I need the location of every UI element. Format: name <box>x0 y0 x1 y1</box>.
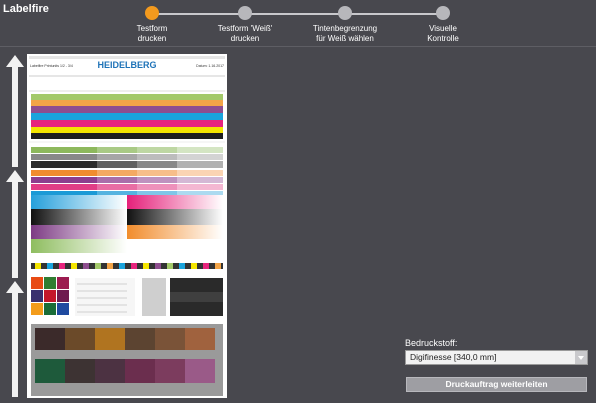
substrate-select[interactable]: Digifinesse [340,0 mm] <box>405 350 588 365</box>
feed-arrow-icon <box>6 170 24 278</box>
feed-arrow-icon <box>6 55 24 167</box>
step-3-dot[interactable] <box>338 6 352 20</box>
preview-brand: HEIDELBERG <box>97 60 156 70</box>
preview-header-right: Datum: 1.16.2017 <box>196 64 224 68</box>
step-1-dot[interactable] <box>145 6 159 20</box>
workflow-stepper: Testform drucken Testform 'Weiß' drucken… <box>0 0 596 46</box>
step-4-dot[interactable] <box>436 6 450 20</box>
step-3-label[interactable]: Tintenbegrenzung für Weiß wählen <box>300 24 390 44</box>
submit-print-job-button[interactable]: Druckauftrag weiterleiten <box>406 377 587 392</box>
substrate-label: Bedruckstoff: <box>405 338 458 348</box>
header-divider <box>0 46 596 47</box>
step-2-dot[interactable] <box>238 6 252 20</box>
testform-preview: Labelfire Printunits 1/2 - 3/4 HEIDELBER… <box>27 54 227 398</box>
feed-arrow-icon <box>6 281 24 397</box>
testform-graphic: Labelfire Printunits 1/2 - 3/4 HEIDELBER… <box>29 56 225 396</box>
substrate-value: Digifinesse [340,0 mm] <box>410 352 497 362</box>
step-4-label[interactable]: Visuelle Kontrolle <box>398 24 488 44</box>
preview-header-left: Labelfire Printunits 1/2 - 3/4 <box>30 64 73 68</box>
stepper-line <box>152 13 443 15</box>
step-1-label[interactable]: Testform drucken <box>107 24 197 44</box>
step-2-label[interactable]: Testform 'Weiß' drucken <box>200 24 290 44</box>
chevron-down-icon[interactable] <box>575 351 587 364</box>
